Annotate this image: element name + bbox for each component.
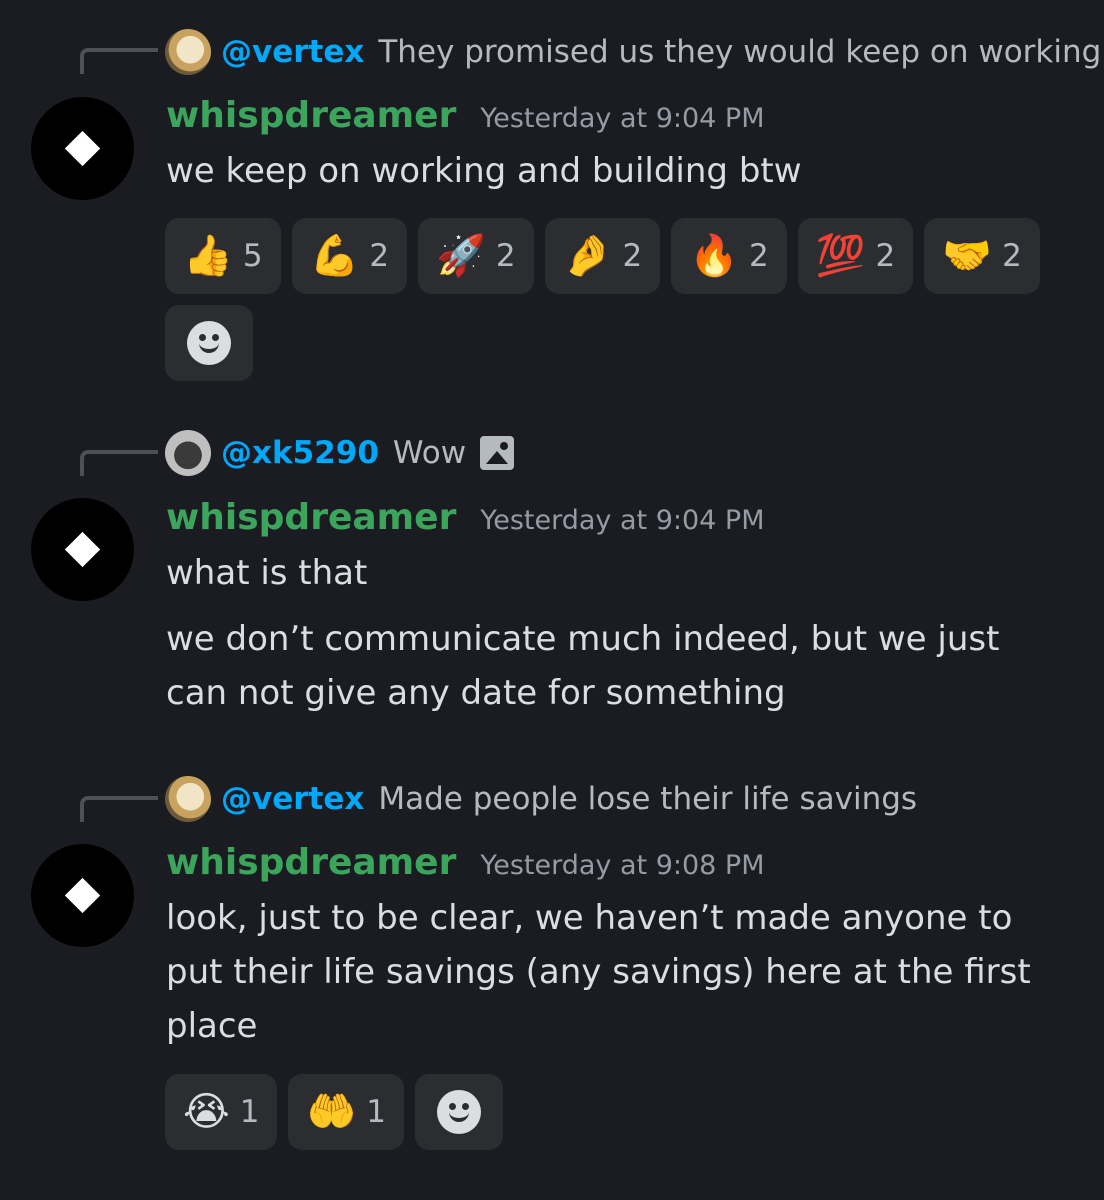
reply-author[interactable]: @vertex — [221, 781, 364, 817]
palms-up-diamond-icon: 🤲 — [306, 1089, 357, 1135]
message-header: whispdreamer Yesterday at 9:08 PM — [166, 842, 765, 883]
thumbs-up-icon: 👍 — [183, 233, 233, 279]
message-text: what is that — [166, 553, 368, 593]
reply-text: They promised us they would keep on work… — [378, 34, 1102, 70]
add-reaction-icon — [187, 321, 231, 365]
reaction-bar: 😭 1 🤲 1 — [165, 1074, 1085, 1150]
avatar[interactable] — [31, 97, 134, 200]
reaction-button[interactable]: 👍 5 — [165, 218, 281, 294]
username[interactable]: whispdreamer — [166, 842, 456, 883]
reply-preview[interactable]: @vertex Made people lose their life savi… — [165, 776, 918, 822]
username[interactable]: whispdreamer — [166, 497, 456, 538]
message-feed: @vertex They promised us they would keep… — [0, 0, 1104, 1200]
reply-avatar[interactable] — [165, 430, 211, 476]
reply-text: Made people lose their life savings — [378, 781, 918, 817]
reply-connector — [80, 48, 158, 74]
flexed-biceps-icon: 💪 — [309, 233, 360, 279]
reaction-count: 2 — [875, 238, 896, 274]
reaction-count: 5 — [242, 238, 263, 274]
reaction-button[interactable]: 🤲 1 — [288, 1074, 405, 1150]
message-header: whispdreamer Yesterday at 9:04 PM — [166, 497, 765, 538]
rocket-icon: 🚀 — [436, 233, 486, 279]
reply-avatar[interactable] — [165, 29, 211, 75]
reaction-button[interactable]: 🤌 2 — [544, 218, 661, 294]
reply-preview[interactable]: @xk5290 Wow — [165, 430, 515, 476]
username[interactable]: whispdreamer — [166, 95, 456, 136]
reaction-count: 2 — [1002, 238, 1022, 274]
reaction-count: 2 — [369, 238, 390, 274]
reaction-count: 2 — [495, 238, 516, 274]
reaction-button[interactable]: 🔥 2 — [671, 218, 787, 294]
avatar[interactable] — [31, 498, 134, 601]
reaction-button[interactable]: 🤝 2 — [924, 218, 1040, 294]
reply-preview[interactable]: @vertex They promised us they would keep… — [165, 29, 1102, 75]
reply-text: Wow — [392, 435, 467, 471]
reaction-count: 1 — [239, 1094, 260, 1130]
timestamp: Yesterday at 9:04 PM — [480, 103, 765, 134]
reaction-button[interactable]: 😭 1 — [165, 1074, 278, 1150]
pinched-fingers-icon: 🤌 — [562, 233, 613, 279]
add-reaction-icon — [437, 1090, 482, 1134]
fire-icon: 🔥 — [689, 233, 739, 279]
reaction-button[interactable]: 💪 2 — [291, 218, 408, 294]
reaction-count: 2 — [622, 238, 643, 274]
handshake-icon: 🤝 — [942, 233, 993, 279]
hundred-points-icon: 💯 — [815, 233, 866, 279]
timestamp: Yesterday at 9:04 PM — [480, 505, 765, 536]
timestamp: Yesterday at 9:08 PM — [480, 850, 765, 881]
reply-connector — [80, 796, 158, 822]
reply-author[interactable]: @xk5290 — [221, 435, 379, 471]
loudly-crying-face-icon: 😭 — [183, 1089, 230, 1135]
reply-avatar[interactable] — [165, 776, 211, 822]
avatar[interactable] — [31, 844, 134, 947]
message-header: whispdreamer Yesterday at 9:04 PM — [166, 95, 765, 136]
message-content: look, just to be clear, we haven’t made … — [166, 891, 1066, 1053]
reply-author[interactable]: @vertex — [221, 34, 364, 70]
add-reaction-button[interactable] — [165, 305, 253, 381]
message-text: we don’t communicate much indeed, but we… — [166, 619, 1000, 713]
message-content: we keep on working and building btw — [166, 144, 1066, 198]
message-text: look, just to be clear, we haven’t made … — [166, 898, 1031, 1046]
message-text: we keep on working and building btw — [166, 151, 802, 191]
reaction-bar: 👍 5 💪 2 🚀 2 🤌 2 🔥 2 💯 2 🤝 2 — [165, 218, 1085, 381]
reaction-button[interactable]: 💯 2 — [797, 218, 914, 294]
add-reaction-button[interactable] — [415, 1074, 504, 1150]
reaction-count: 1 — [366, 1094, 387, 1130]
reaction-button[interactable]: 🚀 2 — [418, 218, 534, 294]
reply-connector — [80, 450, 158, 476]
message-content: what is that we don’t communicate much i… — [166, 546, 1066, 720]
reaction-count: 2 — [749, 238, 769, 274]
image-icon — [480, 436, 515, 470]
